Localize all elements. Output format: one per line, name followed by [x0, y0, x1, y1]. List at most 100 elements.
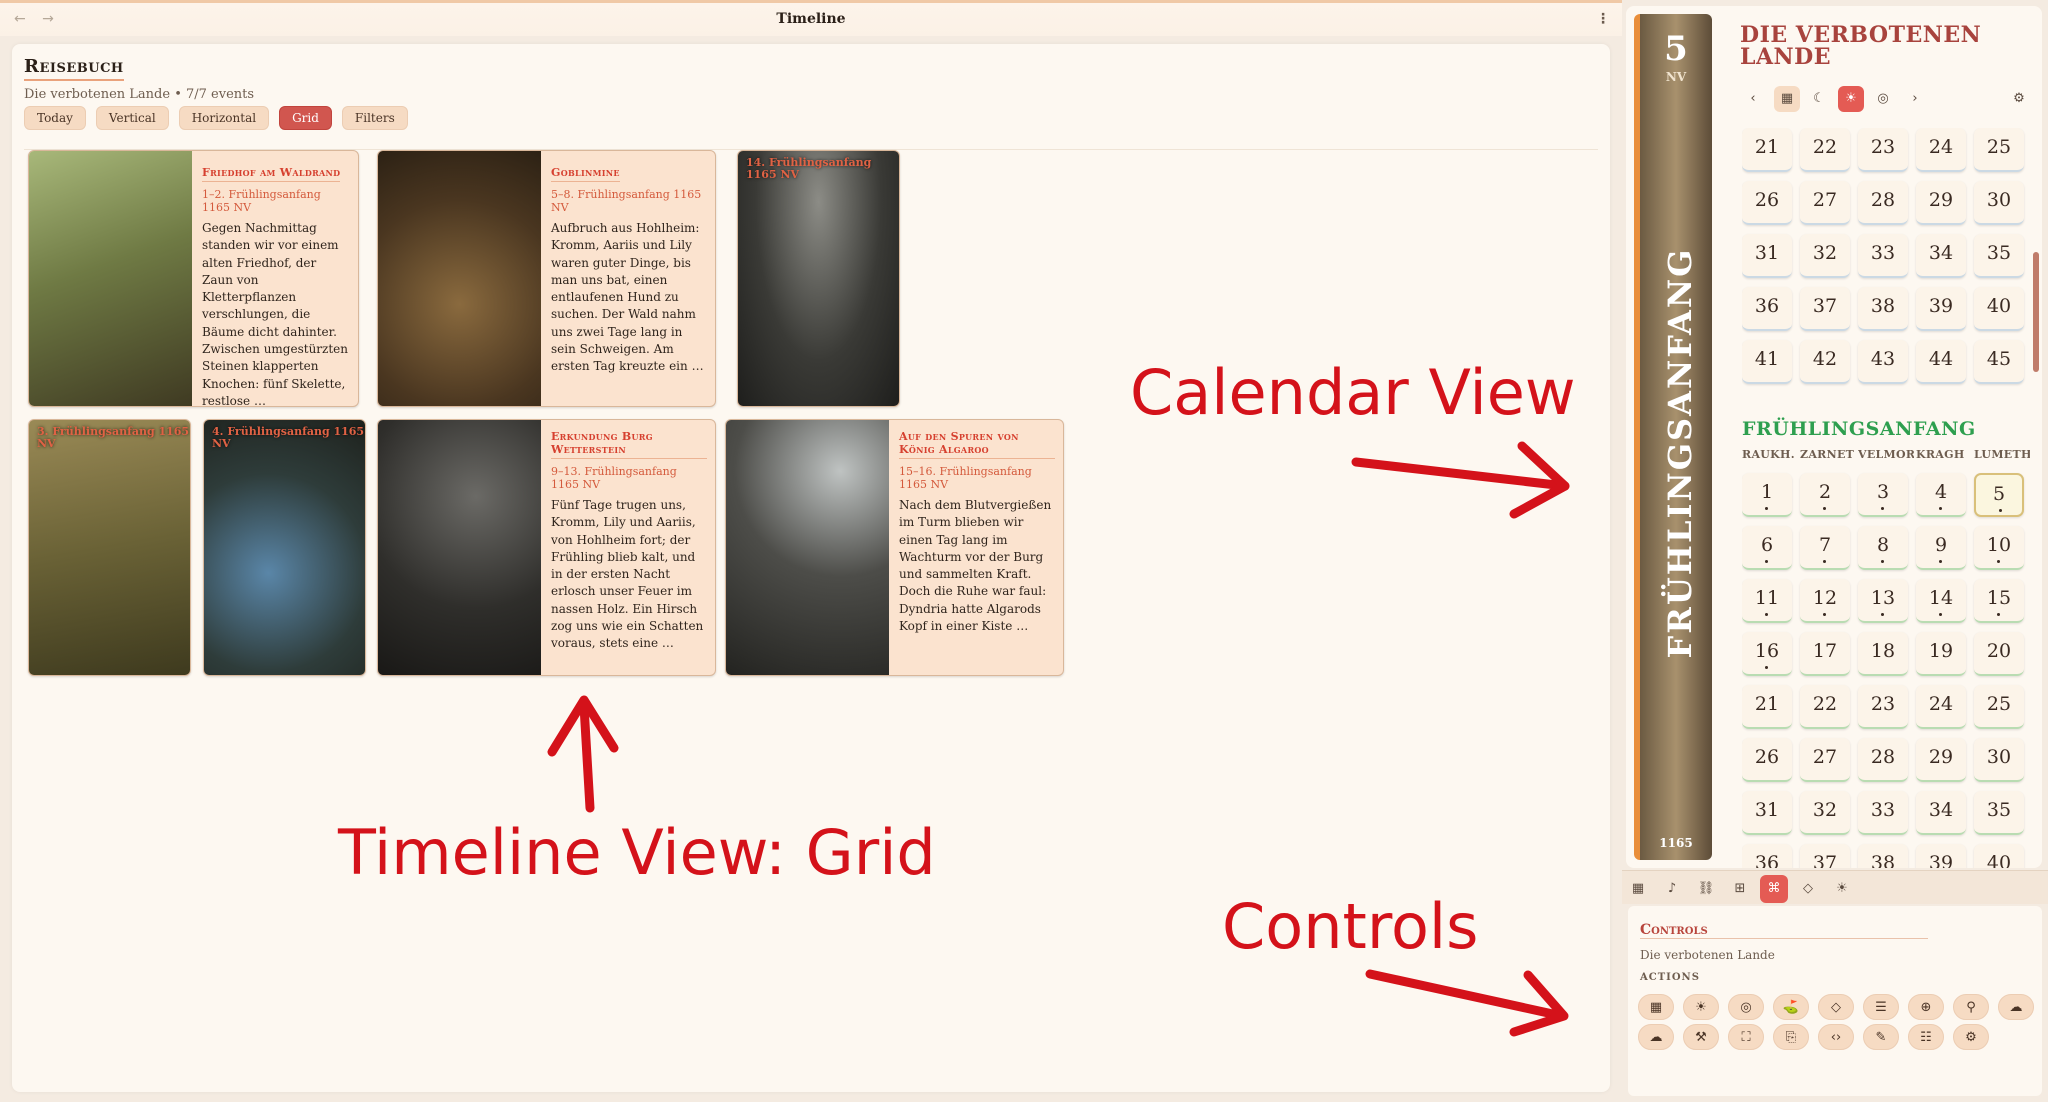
- calendar-day[interactable]: 30: [1974, 738, 2024, 782]
- calendar-day[interactable]: 44: [1916, 340, 1966, 384]
- action-settings-icon[interactable]: ⚙: [1953, 1024, 1989, 1050]
- month-title: FRÜHLINGSANFANG: [1742, 418, 1976, 440]
- calendar-day[interactable]: 33: [1858, 234, 1908, 278]
- action-add-icon[interactable]: ⊕: [1908, 994, 1944, 1020]
- calendar-day[interactable]: 3: [1858, 473, 1908, 517]
- calendar-day[interactable]: 31: [1742, 234, 1792, 278]
- calendar-day[interactable]: 21: [1742, 685, 1792, 729]
- calendar-day[interactable]: 40: [1974, 844, 2024, 868]
- calendar-day[interactable]: 7: [1800, 526, 1850, 570]
- calendar-day[interactable]: 5: [1974, 473, 2024, 517]
- calendar-day[interactable]: 15: [1974, 579, 2024, 623]
- calendar-day[interactable]: 43: [1858, 340, 1908, 384]
- calendar-day[interactable]: 26: [1742, 738, 1792, 782]
- calendar-day[interactable]: 32: [1800, 234, 1850, 278]
- calendar-day[interactable]: 37: [1800, 844, 1850, 868]
- action-sign-icon[interactable]: ⛳: [1773, 994, 1809, 1020]
- action-hammer-icon[interactable]: ⚒: [1683, 1024, 1719, 1050]
- calendar-day[interactable]: 23: [1858, 685, 1908, 729]
- action-cloud-icon[interactable]: ☁: [1998, 994, 2034, 1020]
- tab-music-icon[interactable]: ♪: [1658, 875, 1686, 903]
- calendar-day[interactable]: 36: [1742, 287, 1792, 331]
- calendar-day[interactable]: 19: [1916, 632, 1966, 676]
- calendar-day[interactable]: 25: [1974, 685, 2024, 729]
- calendar-day[interactable]: 38: [1858, 844, 1908, 868]
- action-notes-icon[interactable]: ☷: [1908, 1024, 1944, 1050]
- target-icon[interactable]: ◎: [1870, 86, 1896, 112]
- calendar-day[interactable]: 8: [1858, 526, 1908, 570]
- calendar-day[interactable]: 22: [1800, 685, 1850, 729]
- action-list-icon[interactable]: ☰: [1863, 994, 1899, 1020]
- calendar-day[interactable]: 23: [1858, 128, 1908, 172]
- calendar-day[interactable]: 27: [1800, 738, 1850, 782]
- calendar-icon[interactable]: ▦: [1774, 86, 1800, 112]
- action-folder-icon[interactable]: ⎘: [1773, 1024, 1809, 1050]
- calendar-day[interactable]: 39: [1916, 287, 1966, 331]
- tab-link-icon[interactable]: ⛓: [1692, 875, 1720, 903]
- calendar-day[interactable]: 32: [1800, 791, 1850, 835]
- calendar-day[interactable]: 20: [1974, 632, 2024, 676]
- calendar-day[interactable]: 14: [1916, 579, 1966, 623]
- calendar-scrollbar[interactable]: [2033, 252, 2039, 372]
- calendar-day[interactable]: 28: [1858, 181, 1908, 225]
- calendar-day[interactable]: 18: [1858, 632, 1908, 676]
- calendar-day[interactable]: 41: [1742, 340, 1792, 384]
- calendar-day[interactable]: 28: [1858, 738, 1908, 782]
- action-code-icon[interactable]: ‹›: [1818, 1024, 1854, 1050]
- calendar-day[interactable]: 45: [1974, 340, 2024, 384]
- calendar-day[interactable]: 6: [1742, 526, 1792, 570]
- calendar-day[interactable]: 34: [1916, 791, 1966, 835]
- action-edit-icon[interactable]: ✎: [1863, 1024, 1899, 1050]
- calendar-day[interactable]: 35: [1974, 234, 2024, 278]
- action-tag-icon[interactable]: ◇: [1818, 994, 1854, 1020]
- calendar-day[interactable]: 27: [1800, 181, 1850, 225]
- calendar-day[interactable]: 22: [1800, 128, 1850, 172]
- calendar-spine: 5 NV FRÜHLINGSANFANG 1165: [1634, 14, 1712, 860]
- next-icon[interactable]: ›: [1902, 86, 1928, 112]
- tab-sun-icon[interactable]: ☀: [1828, 875, 1856, 903]
- calendar-day[interactable]: 42: [1800, 340, 1850, 384]
- sun-icon[interactable]: ☀: [1838, 86, 1864, 112]
- calendar-day[interactable]: 10: [1974, 526, 2024, 570]
- action-sun-icon[interactable]: ☀: [1683, 994, 1719, 1020]
- calendar-day[interactable]: 30: [1974, 181, 2024, 225]
- calendar-day[interactable]: 1: [1742, 473, 1792, 517]
- calendar-day[interactable]: 37: [1800, 287, 1850, 331]
- tab-grid-icon[interactable]: ⊞: [1726, 875, 1754, 903]
- calendar-day[interactable]: 24: [1916, 685, 1966, 729]
- action-target-icon[interactable]: ◎: [1728, 994, 1764, 1020]
- calendar-day[interactable]: 29: [1916, 738, 1966, 782]
- action-cloud-outline-icon[interactable]: ☁: [1638, 1024, 1674, 1050]
- controls-title: Controls: [1640, 922, 1928, 939]
- calendar-day[interactable]: 9: [1916, 526, 1966, 570]
- tab-calendar-icon[interactable]: ▦: [1624, 875, 1652, 903]
- calendar-day[interactable]: 4: [1916, 473, 1966, 517]
- tab-tag-icon[interactable]: ◇: [1794, 875, 1822, 903]
- calendar-day[interactable]: 12: [1800, 579, 1850, 623]
- prev-icon[interactable]: ‹: [1740, 86, 1766, 112]
- calendar-day[interactable]: 35: [1974, 791, 2024, 835]
- calendar-day[interactable]: 36: [1742, 844, 1792, 868]
- calendar-day[interactable]: 21: [1742, 128, 1792, 172]
- calendar-day[interactable]: 2: [1800, 473, 1850, 517]
- moon-icon[interactable]: ☾: [1806, 86, 1832, 112]
- calendar-day[interactable]: 17: [1800, 632, 1850, 676]
- calendar-day[interactable]: 24: [1916, 128, 1966, 172]
- calendar-day[interactable]: 39: [1916, 844, 1966, 868]
- calendar-day[interactable]: 31: [1742, 791, 1792, 835]
- calendar-day[interactable]: 38: [1858, 287, 1908, 331]
- calendar-day[interactable]: 16: [1742, 632, 1792, 676]
- calendar-day[interactable]: 33: [1858, 791, 1908, 835]
- calendar-day[interactable]: 34: [1916, 234, 1966, 278]
- calendar-day[interactable]: 29: [1916, 181, 1966, 225]
- calendar-day[interactable]: 26: [1742, 181, 1792, 225]
- settings-icon[interactable]: ⚙: [2006, 86, 2032, 112]
- calendar-day[interactable]: 40: [1974, 287, 2024, 331]
- action-expand-icon[interactable]: ⛶: [1728, 1024, 1764, 1050]
- action-search-icon[interactable]: ⚲: [1953, 994, 1989, 1020]
- calendar-day[interactable]: 11: [1742, 579, 1792, 623]
- tab-command-icon[interactable]: ⌘: [1760, 875, 1788, 903]
- calendar-day[interactable]: 13: [1858, 579, 1908, 623]
- calendar-day[interactable]: 25: [1974, 128, 2024, 172]
- action-calendar-icon[interactable]: ▦: [1638, 994, 1674, 1020]
